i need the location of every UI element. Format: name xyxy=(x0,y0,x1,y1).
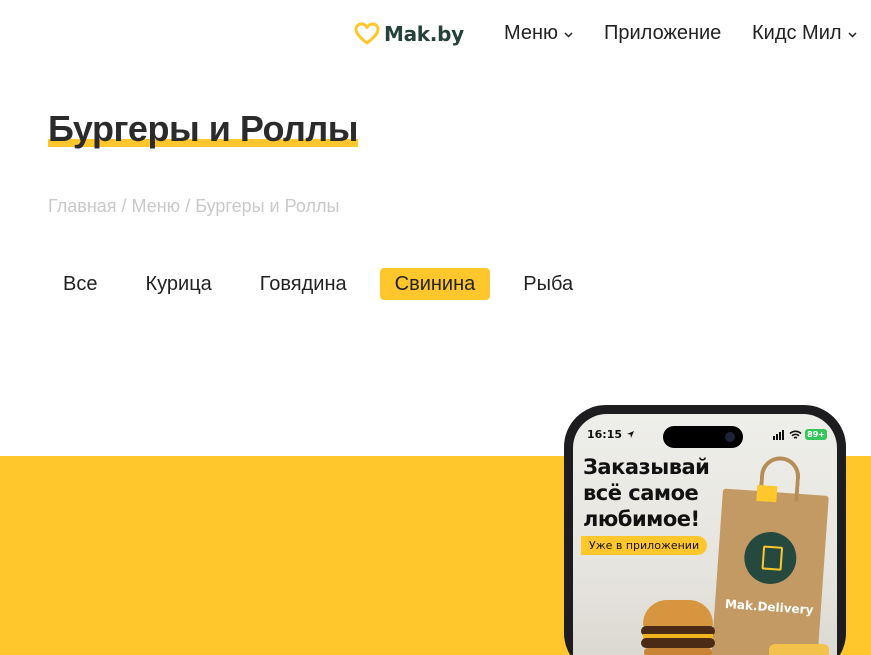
wifi-icon xyxy=(789,430,802,439)
promo-headline: Заказывай всё самое любимое! xyxy=(583,455,710,531)
phone-screen: 16:15 89+ Mak.Delivery Заказывай всё сам… xyxy=(573,414,837,655)
status-time-text: 16:15 xyxy=(587,428,623,441)
nav-kids-meal-label: Кидс Мил xyxy=(752,22,842,44)
breadcrumb-menu[interactable]: Меню xyxy=(132,196,181,216)
site-header: Mak.by Меню Приложение Кидс Мил xyxy=(0,0,871,70)
category-filters: Все Курица Говядина Свинина Рыба xyxy=(48,268,606,300)
nav-app-label: Приложение xyxy=(604,22,722,44)
status-time: 16:15 xyxy=(587,428,635,441)
nav-app[interactable]: Приложение xyxy=(604,22,721,45)
status-icons: 89+ xyxy=(773,429,827,440)
heart-logo-icon xyxy=(354,22,380,45)
filter-all[interactable]: Все xyxy=(48,268,112,300)
chevron-down-icon xyxy=(564,31,573,38)
breadcrumb-separator: / xyxy=(180,196,196,216)
battery-badge: 89+ xyxy=(805,429,827,440)
nav-kids-meal[interactable]: Кидс Мил xyxy=(752,22,857,45)
breadcrumb-separator: / xyxy=(116,196,132,216)
delivery-bag: Mak.Delivery xyxy=(711,455,829,655)
filter-beef[interactable]: Говядина xyxy=(245,268,362,300)
phone-mockup: 16:15 89+ Mak.Delivery Заказывай всё сам… xyxy=(564,405,846,655)
dynamic-island xyxy=(663,426,743,448)
filter-chicken[interactable]: Курица xyxy=(130,268,226,300)
nav-menu[interactable]: Меню xyxy=(504,22,573,45)
page-title: Бургеры и Роллы xyxy=(48,108,359,149)
breadcrumb-current: Бургеры и Роллы xyxy=(195,196,340,216)
filter-pork[interactable]: Свинина xyxy=(379,268,491,300)
breadcrumb: Главная / Меню / Бургеры и Роллы xyxy=(48,196,339,217)
filter-fish[interactable]: Рыба xyxy=(508,268,588,300)
bag-text: Mak.Delivery xyxy=(724,596,814,618)
logo-text: Mak.by xyxy=(384,22,464,46)
bag-logo-icon xyxy=(742,530,799,586)
bag-stripe xyxy=(756,484,778,503)
logo[interactable]: Mak.by xyxy=(354,22,464,46)
camera-dot xyxy=(725,432,735,442)
signal-icon xyxy=(773,429,785,440)
burger-image xyxy=(641,600,715,655)
chevron-down-icon xyxy=(848,31,857,38)
nav-menu-label: Меню xyxy=(504,22,559,44)
fries-image xyxy=(769,644,829,655)
location-arrow-icon xyxy=(626,431,634,438)
page-title-wrap: Бургеры и Роллы xyxy=(48,108,359,150)
breadcrumb-home[interactable]: Главная xyxy=(48,196,117,216)
promo-badge: Уже в приложении xyxy=(581,536,708,555)
